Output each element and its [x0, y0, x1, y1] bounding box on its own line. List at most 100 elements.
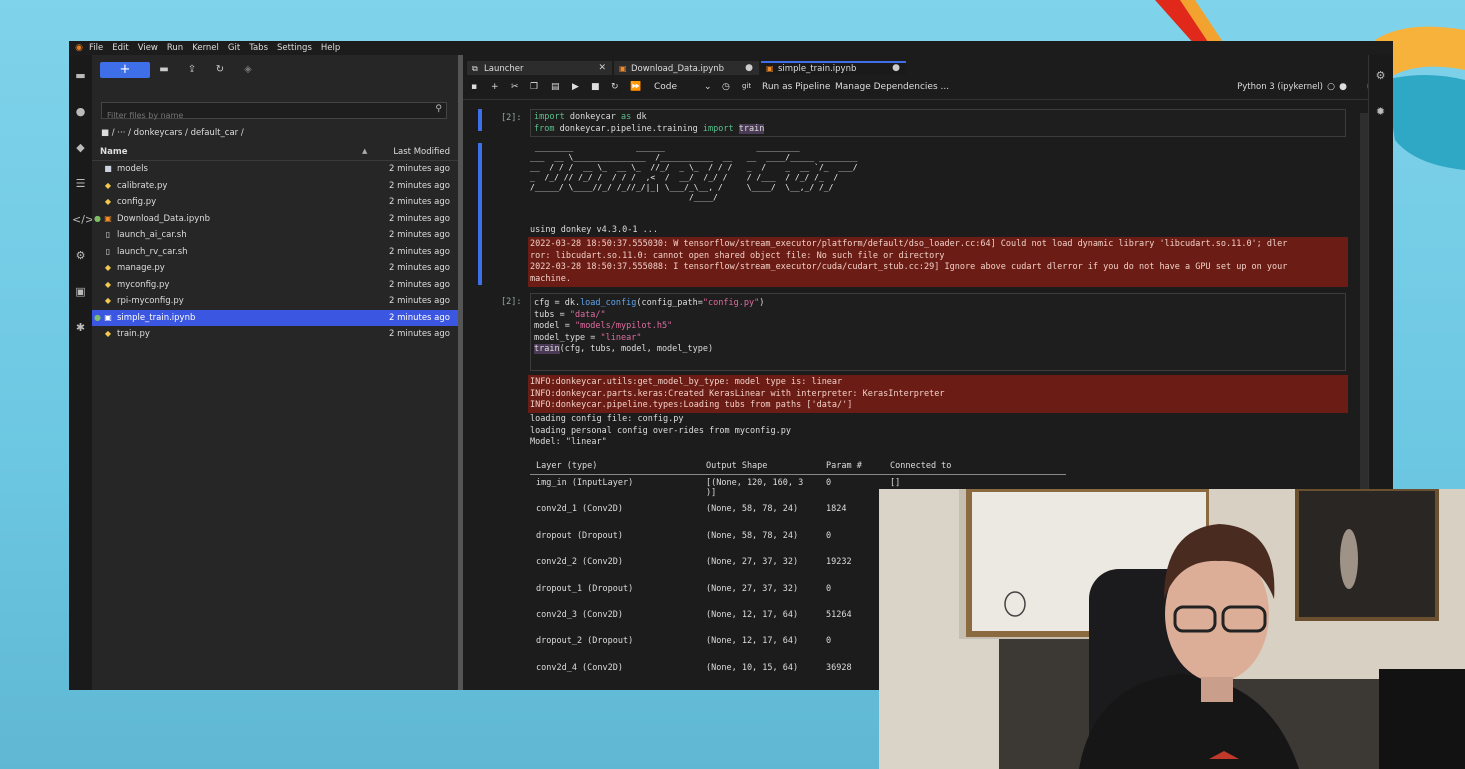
new-folder-icon[interactable]: ▬	[157, 63, 171, 77]
menu-file[interactable]: File	[89, 43, 103, 53]
breadcrumb[interactable]: ■ / ··· / donkeycars / default_car /	[101, 128, 244, 138]
debugger-icon[interactable]: ✹	[1372, 103, 1389, 120]
menu-help[interactable]: Help	[321, 43, 340, 53]
chevron-down-icon[interactable]: ⌄	[704, 82, 712, 92]
file-modified: 2 minutes ago	[388, 197, 450, 207]
cell: 0	[826, 530, 832, 541]
unsaved-dot-icon[interactable]: ●	[892, 63, 900, 73]
kernel-name[interactable]: Python 3 (ipykernel)	[1237, 82, 1323, 92]
breadcrumb-path[interactable]: / ··· / donkeycars / default_car /	[112, 128, 244, 138]
cell-text: [(None, 120, 160, 3	[706, 478, 804, 488]
tab-simple-train[interactable]: ▣ simple_train.ipynb ●	[761, 61, 906, 75]
property-inspector-icon[interactable]: ⚙	[1372, 67, 1389, 84]
filter-input[interactable]	[102, 107, 429, 124]
git-clone-icon[interactable]: ◈	[241, 63, 255, 77]
manage-dependencies-button[interactable]: Manage Dependencies ...	[835, 82, 949, 92]
file-row[interactable]: ◆ train.py 2 minutes ago	[92, 326, 458, 343]
tab-launcher[interactable]: ⧉ Launcher ✕	[467, 61, 612, 75]
file-row[interactable]: ◆ config.py 2 minutes ago	[92, 194, 458, 211]
file-row-selected[interactable]: ● ▣ simple_train.ipynb 2 minutes ago	[92, 309, 458, 326]
unsaved-dot-icon[interactable]: ●	[745, 63, 753, 73]
tab-download-data[interactable]: ▣ Download_Data.ipynb ●	[614, 61, 759, 75]
file-row[interactable]: ▯ launch_rv_car.sh 2 minutes ago	[92, 244, 458, 261]
notebook-toolbar: ▪ + ✂ ❐ ▤ ▶ ■ ↻ ⏩ Code ⌄ ◷ git Run as Pi…	[463, 77, 1393, 100]
file-icon: ▯	[105, 230, 111, 239]
menu-settings[interactable]: Settings	[277, 43, 312, 53]
git-diff-icon[interactable]: git	[742, 82, 751, 90]
new-launcher-button[interactable]: +	[100, 62, 150, 78]
file-name: calibrate.py	[117, 180, 168, 191]
file-row[interactable]: ● ▣ Download_Data.ipynb 2 minutes ago	[92, 211, 458, 228]
refresh-icon[interactable]: ↻	[213, 63, 227, 77]
code-line: cfg = dk.load_config(config_path="config…	[534, 298, 765, 308]
folder-icon[interactable]: ▬	[72, 67, 89, 84]
stderr-line: INFO:donkeycar.utils:get_model_by_type: …	[530, 377, 843, 387]
code-cell-input[interactable]: cfg = dk.load_config(config_path="config…	[530, 293, 1346, 371]
file-row[interactable]: ▯ launch_ai_car.sh 2 minutes ago	[92, 227, 458, 244]
sort-arrow-icon[interactable]: ▲	[362, 147, 367, 155]
menu-tabs[interactable]: Tabs	[249, 43, 268, 53]
file-row[interactable]: ◆ manage.py 2 minutes ago	[92, 260, 458, 277]
debugger-icon[interactable]: ●	[1339, 82, 1347, 92]
stdout-line: loading config file: config.py	[530, 414, 684, 424]
copy-icon[interactable]: ❐	[530, 82, 538, 92]
cell-type-select[interactable]: Code	[654, 82, 677, 92]
stop-icon[interactable]: ■	[591, 82, 600, 92]
running-icon[interactable]: ●	[72, 103, 89, 120]
tab-label: Download_Data.ipynb	[631, 64, 725, 74]
file-modified: 2 minutes ago	[388, 296, 450, 306]
python-icon: ◆	[104, 263, 112, 272]
run-pipeline-button[interactable]: Run as Pipeline	[762, 82, 830, 92]
code-icon[interactable]: </>	[72, 211, 94, 228]
file-row[interactable]: ◆ calibrate.py 2 minutes ago	[92, 178, 458, 195]
cell: 0	[826, 583, 832, 594]
paste-icon[interactable]: ▤	[551, 82, 560, 92]
restart-icon[interactable]: ↻	[611, 82, 619, 92]
stdout-line: loading personal config over-rides from …	[530, 425, 791, 436]
toc-icon[interactable]: ☰	[72, 175, 89, 192]
code-cell-input[interactable]: import donkeycar as dk from donkeycar.pi…	[530, 109, 1346, 137]
clock-icon[interactable]: ◷	[722, 82, 730, 92]
notebook-scrollbar[interactable]	[1360, 113, 1368, 503]
file-row[interactable]: ◆ myconfig.py 2 minutes ago	[92, 277, 458, 294]
file-row[interactable]: ◆ rpi-myconfig.py 2 minutes ago	[92, 293, 458, 310]
folder-icon: ■	[101, 128, 110, 138]
file-modified: 2 minutes ago	[388, 329, 450, 339]
file-name: launch_ai_car.sh	[117, 230, 187, 240]
cell-prompt: [2]:	[501, 113, 522, 123]
menu-edit[interactable]: Edit	[112, 43, 128, 53]
column-name[interactable]: Name	[100, 147, 127, 157]
menubar: ◉ File Edit View Run Kernel Git Tabs Set…	[69, 41, 1393, 55]
git-icon[interactable]: ◆	[72, 139, 89, 156]
col-param: Param #	[820, 459, 884, 475]
file-name: simple_train.ipynb	[117, 312, 196, 323]
file-row[interactable]: ■ models 2 minutes ago	[92, 161, 458, 178]
run-icon[interactable]: ▶	[572, 82, 579, 92]
puzzle-icon[interactable]: ✱	[72, 319, 89, 336]
folder-icon: ■	[104, 164, 112, 173]
output-collapse-bar[interactable]	[478, 143, 482, 285]
menu-kernel[interactable]: Kernel	[192, 43, 219, 53]
webcam-video-frame	[879, 489, 1465, 769]
file-name: manage.py	[117, 263, 165, 273]
property-inspector-icon[interactable]: ⚙	[72, 247, 89, 264]
file-modified: 2 minutes ago	[388, 263, 450, 273]
column-last-modified[interactable]: Last Modified	[393, 147, 450, 157]
menu-run[interactable]: Run	[167, 43, 183, 53]
extension-manager-icon[interactable]: ▣	[72, 283, 89, 300]
save-icon[interactable]: ▪	[471, 82, 477, 92]
file-name: train.py	[117, 329, 150, 339]
add-cell-icon[interactable]: +	[491, 82, 499, 92]
close-icon[interactable]: ✕	[598, 63, 606, 73]
code-line: tubs = "data/"	[534, 309, 606, 320]
menu-git[interactable]: Git	[228, 43, 240, 53]
scrollbar-thumb[interactable]	[1360, 113, 1368, 503]
cell: conv2d_2 (Conv2D)	[536, 557, 623, 568]
file-name: launch_rv_car.sh	[117, 246, 188, 257]
upload-icon[interactable]: ⇪	[185, 63, 199, 77]
menu-view[interactable]: View	[138, 43, 158, 53]
cut-icon[interactable]: ✂	[511, 82, 519, 92]
fast-forward-icon[interactable]: ⏩	[630, 82, 641, 92]
cell: (None, 58, 78, 24)	[706, 530, 799, 541]
code-line: from donkeycar.pipeline.training import …	[534, 123, 765, 134]
